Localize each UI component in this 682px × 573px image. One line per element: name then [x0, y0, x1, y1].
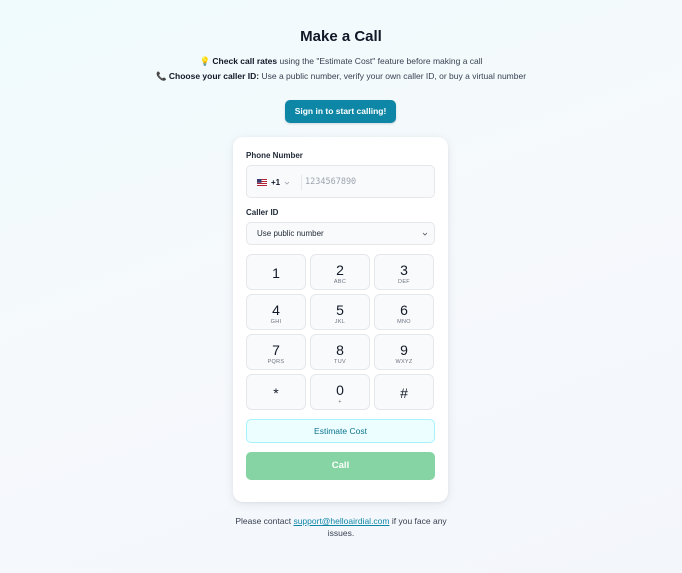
make-a-call-page: Make a Call 💡 Check call rates using the…	[0, 0, 682, 573]
keypad-key[interactable]: 7 PQRS	[246, 334, 306, 370]
caller-id-value: Use public number	[257, 229, 324, 238]
keypad-letters: GHI	[270, 319, 282, 325]
chevron-down-icon	[284, 181, 290, 185]
page-title: Make a Call	[300, 28, 382, 45]
keypad-digit: 3	[400, 262, 408, 278]
contact-text-before: Please contact	[235, 516, 294, 526]
chevron-down-icon	[422, 232, 428, 236]
phone-number-input[interactable]	[305, 172, 429, 192]
phone-number-field: +1	[246, 165, 435, 198]
keypad-letters: JKL	[334, 319, 346, 325]
keypad-letters: +	[338, 399, 342, 405]
keypad-digit: *	[273, 385, 279, 401]
keypad-digit: #	[400, 385, 408, 401]
info-call-rates: 💡 Check call rates using the "Estimate C…	[0, 55, 682, 67]
support-email-link[interactable]: support@helloairdial.com	[293, 516, 389, 526]
estimate-cost-button[interactable]: Estimate Cost	[246, 419, 435, 443]
field-divider	[301, 175, 302, 190]
keypad-digit: 5	[336, 302, 344, 318]
keypad-key[interactable]: 8 TUV	[310, 334, 370, 370]
keypad-digit: 9	[400, 342, 408, 358]
call-button[interactable]: Call	[246, 452, 435, 480]
keypad-letters: TUV	[334, 359, 346, 365]
sign-in-button[interactable]: Sign in to start calling!	[285, 100, 396, 123]
phone-icon: 📞	[155, 71, 167, 81]
keypad-letters: WXYZ	[395, 359, 413, 365]
info-call-rates-text: using the "Estimate Cost" feature before…	[277, 56, 483, 66]
us-flag-icon	[257, 179, 267, 186]
keypad-letters: ABC	[333, 279, 347, 285]
phone-number-label: Phone Number	[246, 151, 303, 160]
info-caller-id-bold: Choose your caller ID:	[168, 71, 260, 81]
keypad-digit: 4	[272, 302, 280, 318]
keypad-digit: 6	[400, 302, 408, 318]
contact-note: Please contact support@helloairdial.com …	[226, 515, 456, 539]
caller-id-label: Caller ID	[246, 208, 279, 217]
keypad-letters: PQRS	[267, 359, 285, 365]
keypad-key[interactable]: 1	[246, 254, 306, 290]
country-code-selector[interactable]: +1	[257, 177, 290, 188]
keypad-key[interactable]: 2 ABC	[310, 254, 370, 290]
keypad-key[interactable]: *	[246, 374, 306, 410]
keypad-digit: 1	[272, 265, 280, 281]
keypad-key[interactable]: 9 WXYZ	[374, 334, 434, 370]
keypad-digit: 8	[336, 342, 344, 358]
keypad-key[interactable]: 3 DEF	[374, 254, 434, 290]
info-caller-id: 📞 Choose your caller ID: Use a public nu…	[0, 70, 682, 82]
keypad-digit: 7	[272, 342, 280, 358]
info-caller-id-text: Use a public number, verify your own cal…	[259, 71, 527, 81]
keypad-key[interactable]: 5 JKL	[310, 294, 370, 330]
keypad-letters: DEF	[398, 279, 410, 285]
keypad-key[interactable]: 6 MNO	[374, 294, 434, 330]
keypad-key[interactable]: 0 +	[310, 374, 370, 410]
dialer-card: Phone Number +1 Caller ID	[233, 137, 448, 502]
keypad-key[interactable]: 4 GHI	[246, 294, 306, 330]
lightbulb-icon: 💡	[199, 56, 211, 66]
keypad-letters: MNO	[397, 319, 411, 325]
keypad-digit: 0	[336, 382, 344, 398]
info-call-rates-bold: Check call rates	[212, 56, 278, 66]
caller-id-select[interactable]: Use public number	[246, 222, 435, 245]
keypad-digit: 2	[336, 262, 344, 278]
country-code: +1	[271, 178, 281, 187]
keypad-key[interactable]: #	[374, 374, 434, 410]
